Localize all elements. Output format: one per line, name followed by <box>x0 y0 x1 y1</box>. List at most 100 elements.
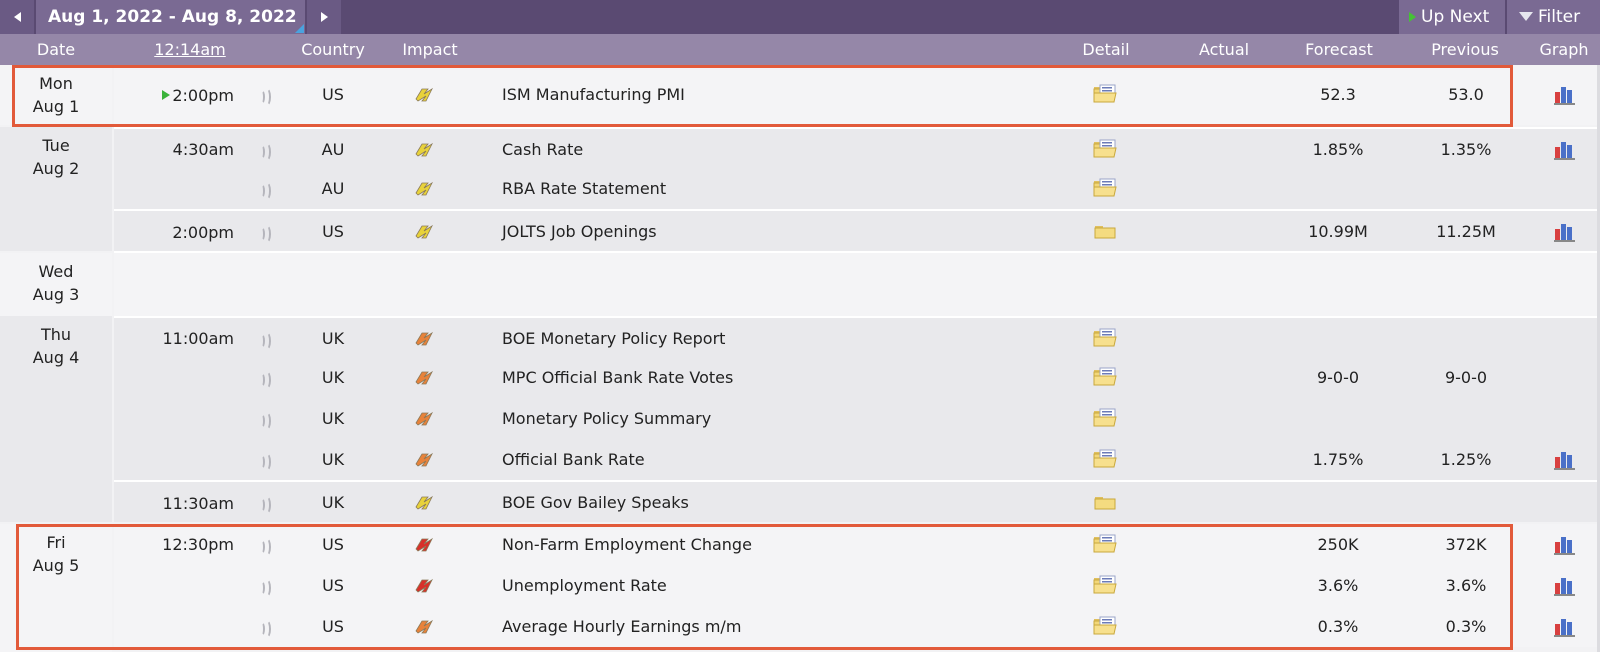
day-cell: Wed Aug 3 <box>0 253 112 316</box>
day-name: Mon <box>39 74 73 93</box>
event-forecast: 9-0-0 <box>1316 368 1360 387</box>
table-row[interactable]: UK MPC Official Bank Rate Votes 9-0-0 9-0-0 <box>114 357 1600 398</box>
detail-button[interactable] <box>1092 606 1118 647</box>
filter-button[interactable]: Filter <box>1507 0 1600 34</box>
sound-alert[interactable] <box>258 606 278 647</box>
table-row[interactable]: 11:30am UK BOE Gov Bailey Speaks <box>114 480 1600 522</box>
sound-alert[interactable] <box>258 524 278 565</box>
event-country: UK <box>321 493 345 512</box>
event-country: AU <box>321 140 345 159</box>
event-previous <box>1406 482 1526 524</box>
header-impact: Impact <box>402 40 458 59</box>
detail-button[interactable] <box>1092 129 1118 170</box>
event-time <box>112 398 234 439</box>
graph-button[interactable] <box>1553 565 1579 606</box>
event-title[interactable]: ISM Manufacturing PMI <box>502 65 1022 125</box>
event-title[interactable]: Average Hourly Earnings m/m <box>502 606 1022 647</box>
event-title[interactable]: Unemployment Rate <box>502 565 1022 606</box>
table-row[interactable]: UK Official Bank Rate 1.75% 1.25% <box>114 439 1600 480</box>
bar-chart-icon <box>1553 612 1577 637</box>
impact-indicator <box>414 398 444 439</box>
table-row[interactable]: 2:00pm US JOLTS Job Openings 10.99M 11.25M <box>114 209 1600 251</box>
sound-icon <box>258 142 272 161</box>
sound-alert[interactable] <box>258 482 278 524</box>
table-row[interactable]: 11:00am UK BOE Monetary Policy Report <box>114 316 1600 357</box>
event-title[interactable]: Non-Farm Employment Change <box>502 524 1022 565</box>
event-previous: 11.25M <box>1436 222 1496 241</box>
sound-alert[interactable] <box>258 357 278 398</box>
sound-alert[interactable] <box>258 168 278 209</box>
detail-button[interactable] <box>1092 524 1118 565</box>
detail-button[interactable] <box>1092 398 1118 439</box>
graph-button[interactable] <box>1553 129 1579 170</box>
previous-week-button[interactable] <box>0 0 34 34</box>
table-row[interactable]: US Average Hourly Earnings m/m 0.3% 0.3% <box>114 606 1600 647</box>
event-time <box>112 606 234 647</box>
table-header: Date 12:14am Country Impact Detail Actua… <box>0 34 1600 65</box>
arrow-right-icon <box>320 12 328 22</box>
detail-button[interactable] <box>1092 482 1118 524</box>
impact-orange-icon <box>414 402 436 426</box>
impact-indicator <box>414 168 444 209</box>
sound-alert[interactable] <box>258 318 278 359</box>
table-row[interactable]: 2:00pm US ISM Manufacturing PMI 52.3 53.0 <box>114 65 1600 125</box>
folder-open-icon <box>1092 403 1118 427</box>
detail-button[interactable] <box>1092 357 1118 398</box>
day-cell: Tue Aug 2 <box>0 127 112 251</box>
detail-button[interactable] <box>1092 211 1118 253</box>
sound-icon <box>258 578 272 597</box>
table-row[interactable]: 12:30pm US Non-Farm Employment Change 250K 3… <box>114 524 1600 565</box>
event-country: UK <box>321 329 345 348</box>
event-time-text: 2:00pm <box>172 222 234 242</box>
impact-yellow-icon <box>414 486 436 510</box>
impact-orange-icon <box>414 443 436 467</box>
graph-button[interactable] <box>1553 211 1579 253</box>
event-time: 2:00pm <box>112 211 234 253</box>
up-next-button[interactable]: Up Next <box>1399 0 1505 34</box>
graph-button[interactable] <box>1553 524 1579 565</box>
table-row[interactable]: UK Monetary Policy Summary <box>114 398 1600 439</box>
empty-day-row <box>114 251 1600 316</box>
event-time: 4:30am <box>112 129 234 170</box>
detail-button[interactable] <box>1092 318 1118 359</box>
sound-alert[interactable] <box>258 65 278 125</box>
folder-closed-icon <box>1092 487 1118 510</box>
event-previous: 53.0 <box>1448 85 1484 104</box>
day-cell: Thu Aug 4 <box>0 316 112 522</box>
detail-button[interactable] <box>1092 65 1118 125</box>
table-row[interactable]: 4:30am AU Cash Rate 1.85% 1.35% <box>114 127 1600 168</box>
next-week-button[interactable] <box>307 0 341 34</box>
sound-icon <box>258 331 272 350</box>
sound-alert[interactable] <box>258 439 278 480</box>
event-title[interactable]: Official Bank Rate <box>502 439 1022 480</box>
event-title[interactable]: MPC Official Bank Rate Votes <box>502 357 1022 398</box>
sound-alert[interactable] <box>258 565 278 606</box>
detail-button[interactable] <box>1092 565 1118 606</box>
date-range-selector[interactable]: Aug 1, 2022 - Aug 8, 2022 <box>36 0 305 34</box>
funnel-icon <box>1519 11 1533 21</box>
header-current-time[interactable]: 12:14am <box>140 34 240 65</box>
event-country: AU <box>321 179 345 198</box>
header-graph: Graph <box>1539 40 1589 59</box>
detail-button[interactable] <box>1092 439 1118 480</box>
graph-button[interactable] <box>1553 65 1579 125</box>
impact-yellow-icon <box>414 133 436 157</box>
header-detail: Detail <box>1082 40 1130 59</box>
day-name: Wed <box>38 262 74 281</box>
header-date: Date <box>36 40 76 59</box>
event-title[interactable]: BOE Gov Bailey Speaks <box>502 482 1022 524</box>
event-title[interactable]: RBA Rate Statement <box>502 168 1022 209</box>
table-row[interactable]: AU RBA Rate Statement <box>114 168 1600 209</box>
sound-alert[interactable] <box>258 129 278 170</box>
detail-button[interactable] <box>1092 168 1118 209</box>
table-row[interactable]: US Unemployment Rate 3.6% 3.6% <box>114 565 1600 606</box>
sound-alert[interactable] <box>258 398 278 439</box>
event-country: UK <box>321 450 345 469</box>
sound-alert[interactable] <box>258 211 278 253</box>
event-title[interactable]: Monetary Policy Summary <box>502 398 1022 439</box>
graph-button[interactable] <box>1553 439 1579 480</box>
event-title[interactable]: Cash Rate <box>502 129 1022 170</box>
event-title[interactable]: BOE Monetary Policy Report <box>502 318 1022 359</box>
event-title[interactable]: JOLTS Job Openings <box>502 211 1022 253</box>
graph-button[interactable] <box>1553 606 1579 647</box>
